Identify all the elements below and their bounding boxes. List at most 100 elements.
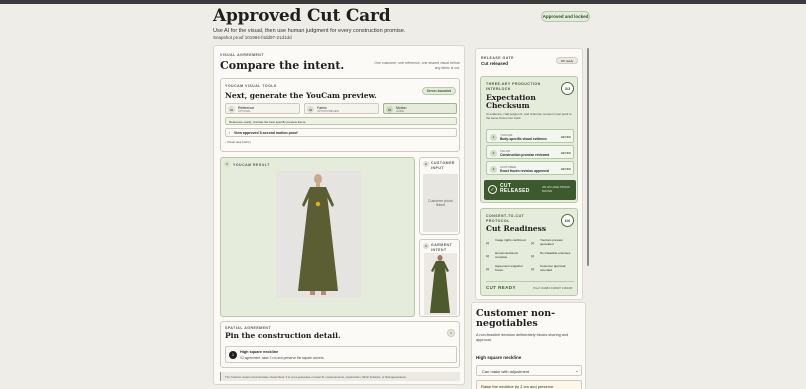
key-role: YOUCAM bbox=[500, 132, 513, 137]
reference-ready-bar: Reference ready: Uncrate the best specif… bbox=[225, 117, 457, 125]
key-name: Body-specific visual evidence bbox=[500, 137, 547, 141]
tool-option-reference[interactable]: 01 Reference OPTIONAL bbox=[225, 103, 300, 114]
release-gate-panel: RELEASE GATE Cut released 3/6 ready THRE… bbox=[475, 48, 583, 300]
key-name: Construction promise reviewed bbox=[500, 153, 550, 157]
chevron-right-icon: › bbox=[229, 130, 231, 135]
key-status: KEYED bbox=[561, 151, 571, 155]
tool-option-number: 03 bbox=[386, 106, 393, 113]
chevron-right-icon: › bbox=[225, 140, 226, 144]
checkbox-mark: [x] bbox=[486, 267, 490, 271]
check-icon: ✓ bbox=[488, 185, 497, 194]
release-gate-value: Cut released bbox=[481, 61, 509, 66]
tool-option-sub: OPTIONAL bbox=[238, 110, 251, 113]
cut-released-title: CUT RELEASED bbox=[500, 183, 530, 194]
status-badge: Approved and locked bbox=[541, 11, 590, 22]
cut-ready-status: CUT READY bbox=[486, 285, 516, 290]
tool-option-number: 02 bbox=[307, 106, 314, 113]
key-name: Exact frozen revision approved bbox=[500, 169, 549, 173]
top-bar bbox=[0, 0, 806, 4]
tool-option-name: Motion bbox=[396, 105, 407, 110]
spatial-agreement-card: SPATIAL AGREEMENT Pin the construction d… bbox=[220, 321, 460, 368]
tool-option-number: 01 bbox=[228, 106, 235, 113]
tool-option-fabric[interactable]: 02 Fabric OPTION PREVIEW bbox=[304, 103, 379, 114]
tool-option-sub: GUIDE bbox=[396, 110, 404, 113]
chevron-down-icon: ⌄ bbox=[575, 368, 579, 373]
tool-option-name: Reference bbox=[238, 105, 255, 110]
youcam-result-card: 1 YOUCAM RESULT bbox=[220, 157, 415, 317]
interlock-heading: Expectation Checksum bbox=[486, 93, 536, 111]
tool-option-motion[interactable]: 03 Motion GUIDE bbox=[383, 103, 457, 114]
customer-photo-placeholder: Customer photo linked bbox=[423, 174, 458, 232]
youcam-tools-label: YOUCAM VISUAL TOOLS bbox=[225, 84, 277, 88]
reference-ready-text: Reference ready: Uncrate the best specif… bbox=[229, 120, 307, 124]
approved-motion-proof-link[interactable]: › View approved 5-second motion proof bbox=[225, 128, 457, 137]
spatial-count-badge: 1 bbox=[447, 329, 455, 337]
key-status: KEYED bbox=[561, 135, 571, 139]
tool-option-sub: OPTION PREVIEW bbox=[317, 110, 339, 113]
spatial-agreement-label: SPATIAL AGREEMENT bbox=[225, 326, 272, 330]
checkbox-mark: [x] bbox=[486, 241, 490, 245]
readiness-text: Human decisions complete bbox=[495, 251, 519, 259]
non-negotiable-item-title: High square neckline bbox=[476, 355, 522, 360]
garment-intent-label: GARMENT INTENT bbox=[431, 243, 453, 252]
cut-released-banner: ✓ CUT RELEASED ON AN HASH PROOF BOUND bbox=[484, 180, 576, 200]
pin-number: 1 bbox=[229, 351, 237, 359]
page-title: Approved Cut Card bbox=[213, 6, 391, 26]
customer-input-card: 2 CUSTOMER INPUT Customer photo linked bbox=[419, 157, 460, 235]
readiness-text: YouCam preview generated bbox=[540, 238, 563, 246]
key-role: CUSTOMER bbox=[500, 164, 516, 169]
readiness-text: Image rights confirmed bbox=[495, 238, 526, 242]
visual-task-history-label: Visual task history bbox=[226, 140, 251, 144]
construction-pin-item[interactable]: 1 High square neckline V2 agreement: rai… bbox=[225, 346, 457, 363]
checkbox-mark: [x] bbox=[486, 254, 490, 258]
key-number: 1 bbox=[490, 133, 497, 141]
readiness-item: [x] Human decisions complete bbox=[486, 251, 530, 262]
youcam-result-label: YOUCAM RESULT bbox=[233, 162, 270, 167]
cut-readiness-card: CONSENT-TO-CUT PROTOCOL 6/6 Cut Readines… bbox=[480, 208, 578, 296]
checkbox-mark: [x] bbox=[531, 254, 535, 258]
cut-released-note: ON AN HASH PROOF BOUND bbox=[542, 185, 570, 193]
readiness-text: No infeasible promises bbox=[540, 251, 571, 255]
page-subtitle: Use AI for the visual, then use human ju… bbox=[213, 28, 406, 34]
non-negotiables-panel: Customer non-negotiables A non-feasible … bbox=[471, 302, 586, 389]
visual-agreement-note: One customer, one reference, one shared … bbox=[374, 61, 460, 70]
adjustment-input[interactable]: Raise the neckline by 2 cm and preserve bbox=[476, 380, 582, 389]
right-panel-scrollbar[interactable] bbox=[587, 48, 589, 266]
key-status: KEYED bbox=[561, 167, 571, 171]
key-role: TAILOR bbox=[500, 148, 510, 153]
garment-intent-card: 3 GARMENT INTENT bbox=[419, 239, 460, 317]
tool-option-name: Fabric bbox=[317, 105, 327, 110]
readiness-item: [x] Image rights confirmed bbox=[486, 238, 530, 249]
non-negotiables-description: A non-feasible decision deliberately blo… bbox=[476, 333, 569, 343]
checkbox-mark: [x] bbox=[531, 241, 535, 245]
readiness-item: [x] Customer approval recorded bbox=[531, 264, 575, 277]
readiness-count: 6/6 bbox=[561, 214, 574, 227]
key-number: 2 bbox=[490, 149, 497, 157]
visual-task-history-link[interactable]: › Visual task history bbox=[225, 140, 251, 144]
readiness-item: [x] YouCam preview generated bbox=[531, 238, 575, 249]
garment-intent-image bbox=[424, 253, 457, 315]
readiness-text: Customer approval recorded bbox=[540, 264, 566, 272]
youcam-tools-card: YOUCAM VISUAL TOOLS Next, generate the Y… bbox=[220, 78, 460, 152]
visual-agreement-heading: Compare the intent. bbox=[220, 59, 345, 72]
interlock-count: 3/3 bbox=[561, 82, 574, 95]
garment-intent-number: 3 bbox=[423, 243, 429, 249]
interlock-key-tailor: 2 TAILOR Construction promise reviewed K… bbox=[486, 145, 574, 159]
feasibility-select-value: Can make with adjustment bbox=[482, 369, 530, 374]
approved-motion-proof-label: View approved 5-second motion proof bbox=[234, 131, 298, 135]
spatial-agreement-heading: Pin the construction detail. bbox=[225, 331, 341, 340]
non-negotiables-heading: Customer non-negotiables bbox=[476, 308, 556, 330]
pin-description: V2 agreement: raise 2 cm and preserve th… bbox=[240, 356, 325, 360]
adjustment-input-value: Raise the neckline by 2 cm and preserve bbox=[481, 384, 554, 389]
customer-input-label: CUSTOMER INPUT bbox=[431, 161, 455, 170]
readiness-text: Agreement snapshot frozen bbox=[495, 264, 523, 272]
divider bbox=[486, 281, 574, 282]
release-gate-label: RELEASE GATE bbox=[481, 56, 514, 60]
readiness-item: [x] Agreement snapshot frozen bbox=[486, 264, 530, 275]
readiness-item: [x] No infeasible promises bbox=[531, 251, 575, 262]
pin-name: High square neckline bbox=[240, 350, 279, 354]
feasibility-select[interactable]: Can make with adjustment ⌄ bbox=[476, 365, 582, 376]
cut-ready-proof: Proof 101984 F4DD97 21D1DD bbox=[533, 286, 573, 290]
checkbox-mark: [x] bbox=[531, 267, 535, 271]
disclaimer-note: The YouCam output communicates visual in… bbox=[220, 372, 460, 381]
